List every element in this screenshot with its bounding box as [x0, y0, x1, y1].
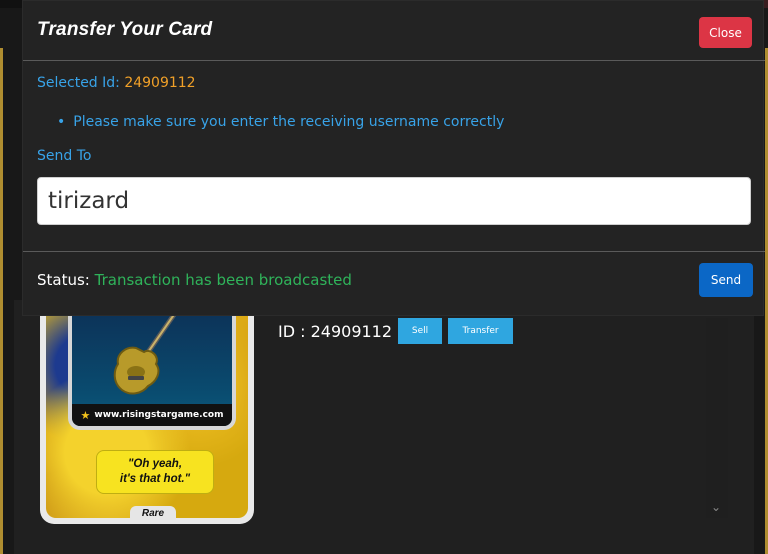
card-id-row: ID : 24909112 Sell Transfer — [278, 318, 514, 344]
card-image: ★ www.risingstargame.com "Oh yeah, it's … — [40, 300, 254, 524]
card-quote-line-1: "Oh yeah, — [127, 458, 183, 470]
guitar-icon — [113, 302, 189, 395]
send-to-label: Send To — [37, 148, 92, 164]
close-button[interactable]: Close — [699, 17, 752, 48]
modal-title: Transfer Your Card — [37, 19, 213, 40]
transfer-modal: Transfer Your Card Close Selected Id: 24… — [22, 0, 765, 316]
footer-divider — [23, 251, 765, 252]
status-line: Status: Transaction has been broadcasted — [37, 271, 352, 289]
card-quote: "Oh yeah, it's that hot." — [96, 450, 214, 494]
star-icon: ★ — [80, 408, 91, 422]
bullet-icon: • — [57, 114, 66, 130]
selected-id-label: Selected Id: — [37, 75, 120, 91]
card-url-bar: ★ www.risingstargame.com — [72, 404, 232, 426]
status-message: Transaction has been broadcasted — [94, 271, 352, 289]
sell-button[interactable]: Sell — [398, 318, 443, 344]
card-quote-line-2: it's that hot." — [119, 473, 191, 485]
username-input[interactable] — [37, 177, 751, 225]
card-id: ID : 24909112 — [278, 321, 393, 341]
scrollbar-track[interactable] — [706, 318, 728, 518]
card-portrait-window: ★ www.risingstargame.com — [68, 300, 236, 430]
username-notice: • Please make sure you enter the receivi… — [57, 114, 504, 130]
header-divider — [23, 60, 765, 61]
transfer-button[interactable]: Transfer — [448, 318, 514, 344]
send-button[interactable]: Send — [699, 263, 753, 297]
status-label: Status: — [37, 271, 90, 289]
card-art: ★ www.risingstargame.com "Oh yeah, it's … — [46, 300, 248, 520]
card-rarity: Rare — [130, 506, 176, 520]
notice-text: Please make sure you enter the receiving… — [73, 114, 505, 130]
selected-id-line: Selected Id: 24909112 — [37, 75, 196, 91]
chevron-down-icon[interactable]: ⌄ — [711, 500, 721, 514]
selected-id-value: 24909112 — [124, 75, 196, 91]
card-url: www.risingstargame.com — [94, 410, 224, 420]
